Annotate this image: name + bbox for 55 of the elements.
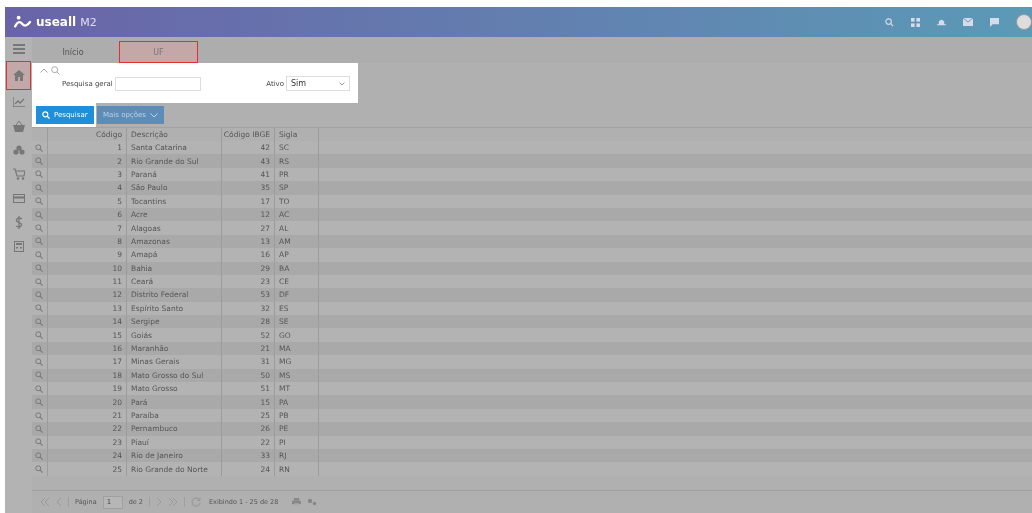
logo-icon	[14, 15, 32, 29]
boxes-icon	[12, 145, 25, 155]
mail-icon[interactable]	[963, 18, 973, 26]
search-icon[interactable]	[35, 371, 43, 380]
cart-icon	[12, 168, 25, 180]
dollar-icon	[14, 215, 23, 229]
search-field[interactable]	[114, 76, 201, 91]
search-icon[interactable]	[35, 411, 43, 420]
gears-icon[interactable]	[307, 498, 318, 506]
chart-icon	[12, 97, 25, 107]
search-icon[interactable]	[35, 264, 43, 273]
search-icon[interactable]	[35, 451, 43, 460]
home-icon	[12, 70, 25, 81]
search-icon[interactable]	[35, 210, 43, 219]
card-icon	[12, 193, 25, 203]
avatar[interactable]	[1016, 14, 1032, 30]
search-icon[interactable]	[35, 344, 43, 353]
search-icon[interactable]	[35, 398, 43, 407]
search-icon[interactable]	[35, 250, 43, 259]
tab[interactable]: Início	[44, 41, 102, 63]
tab[interactable]: UF	[119, 41, 198, 63]
grid-icon[interactable]	[911, 17, 920, 27]
search-icon[interactable]	[35, 384, 43, 393]
search-icon[interactable]	[51, 66, 60, 75]
search-icon	[42, 111, 50, 119]
search-icon[interactable]	[35, 291, 43, 299]
search-icon[interactable]	[35, 331, 43, 340]
calculator-icon	[13, 240, 24, 252]
chevron-up-icon[interactable]	[40, 68, 48, 73]
search-icon[interactable]	[35, 304, 43, 313]
chevron-down-icon	[339, 81, 345, 86]
search-icon[interactable]	[35, 157, 43, 166]
search-icon[interactable]	[35, 183, 43, 192]
logo-text: useall	[36, 15, 77, 29]
search-icon[interactable]	[35, 438, 43, 447]
chat-icon[interactable]	[990, 17, 999, 27]
search-icon[interactable]	[35, 237, 43, 246]
basket-icon	[12, 120, 25, 132]
search-icon[interactable]	[35, 143, 43, 152]
search-icon[interactable]	[35, 224, 43, 233]
menu-icon	[12, 44, 25, 54]
search-icon[interactable]	[35, 465, 43, 474]
active-select[interactable]: Sim	[286, 76, 350, 91]
bell-icon[interactable]	[937, 17, 946, 27]
search-icon[interactable]	[885, 17, 894, 27]
search-icon[interactable]	[35, 170, 43, 179]
search-icon[interactable]	[35, 317, 43, 326]
sidebar-item[interactable]	[6, 61, 31, 90]
search-icon[interactable]	[35, 197, 43, 206]
search-icon[interactable]	[35, 424, 43, 433]
search-icon[interactable]	[35, 357, 43, 366]
logo-suffix: M2	[80, 15, 97, 29]
search-icon[interactable]	[35, 277, 43, 286]
chevron-down-icon	[149, 112, 158, 118]
print-icon[interactable]	[292, 498, 302, 506]
